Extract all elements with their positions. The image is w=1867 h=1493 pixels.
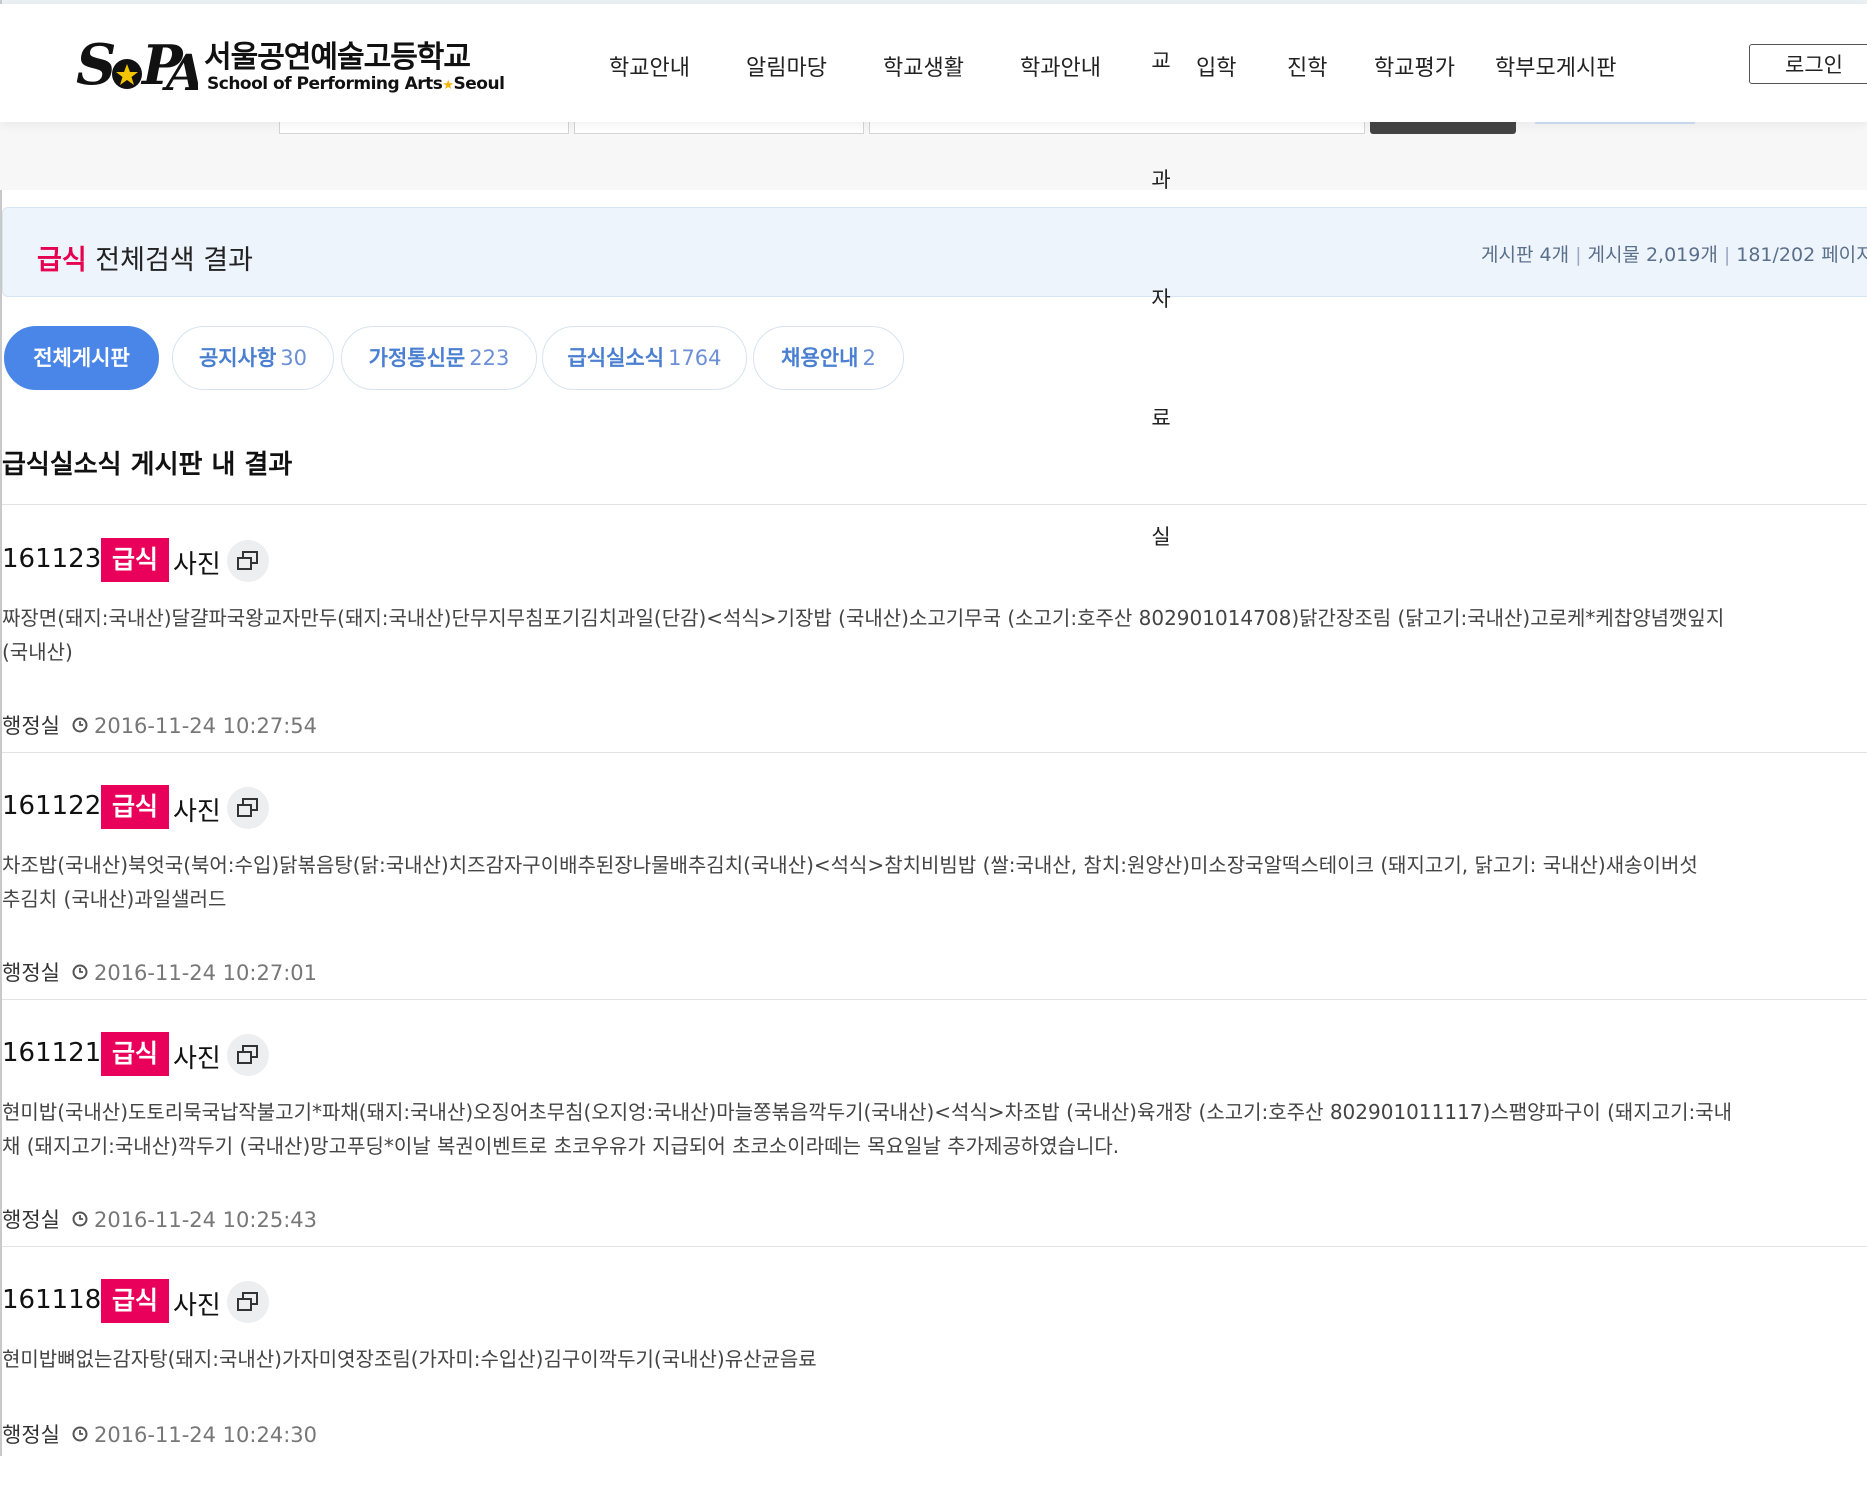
post-author: 행정실 xyxy=(2,961,60,985)
keyword-highlight: 급식 xyxy=(101,1279,169,1323)
tab-label: 전체게시판 xyxy=(33,346,130,370)
open-new-window-icon[interactable] xyxy=(227,1281,269,1323)
nav-vertical-char: 과 xyxy=(1151,168,1171,192)
post-meta: 행정실 2016-11-24 10:25:43 xyxy=(2,1204,317,1234)
clock-icon xyxy=(72,964,88,980)
tab-count: 223 xyxy=(469,346,510,370)
nav-item-notice[interactable]: 알림마당 xyxy=(746,50,827,81)
nav-item-parents-board[interactable]: 학부모게시판 xyxy=(1495,50,1616,81)
nav-item-departments[interactable]: 학과안내 xyxy=(1020,50,1101,81)
summary-keyword: 급식 xyxy=(37,245,87,276)
post-excerpt-line: 추김치 (국내산)과일샐러드 xyxy=(2,887,227,911)
svg-text:S: S xyxy=(76,32,116,98)
post-excerpt-line: 현미밥뼈없는감자탕(돼지:국내산)가자미엿장조림(가자미:수입산)김구이깍두기(… xyxy=(2,1347,817,1371)
open-new-window-icon[interactable] xyxy=(227,1034,269,1076)
summary-title-text: 전체검색 결과 xyxy=(95,245,253,276)
stat-posts: 게시물 2,019개 xyxy=(1587,244,1718,266)
post-date: 2016-11-24 10:24:30 xyxy=(93,1423,318,1447)
list-item[interactable]: 161122 급식 사진 차조밥(국내산)북엇국(북어:수입)닭볶음탕(닭:국내… xyxy=(2,752,1867,1000)
keyword-highlight: 급식 xyxy=(101,1032,169,1076)
post-meta: 행정실 2016-11-24 10:24:30 xyxy=(2,1419,317,1449)
tab-notice[interactable]: 공지사항 30 xyxy=(172,326,334,390)
nav-vertical-char: 료 xyxy=(1151,406,1171,430)
tab-label: 가정통신문 xyxy=(368,346,466,370)
post-excerpt: 현미밥뼈없는감자탕(돼지:국내산)가자미엿장조림(가자미:수입산)김구이깍두기(… xyxy=(2,1342,1867,1376)
svg-text:A: A xyxy=(162,43,198,100)
nav-item-course-materials[interactable]: 교 과 자 료 실 xyxy=(1149,46,1173,641)
stat-boards: 게시판 4개 xyxy=(1481,244,1570,266)
logo-english-name: School of Performing Arts★Seoul xyxy=(207,74,505,94)
list-item[interactable]: 161123 급식 사진 짜장면(돼지:국내산)달걀파국왕교자만두(돼지:국내산… xyxy=(2,505,1867,753)
post-excerpt: 차조밥(국내산)북엇국(북어:수입)닭볶음탕(닭:국내산)치즈감자구이배추된장나… xyxy=(2,848,1867,916)
tab-recruitment[interactable]: 채용안내 2 xyxy=(753,326,904,390)
nav-item-advancement[interactable]: 진학 xyxy=(1287,50,1327,81)
post-meta: 행정실 2016-11-24 10:27:54 xyxy=(2,710,317,740)
nav-item-school-life[interactable]: 학교생활 xyxy=(883,50,964,81)
nav-item-admission[interactable]: 입학 xyxy=(1196,50,1236,81)
post-author: 행정실 xyxy=(2,714,60,738)
tab-label: 공지사항 xyxy=(198,346,277,370)
post-author: 행정실 xyxy=(2,1423,60,1447)
tab-count: 2 xyxy=(862,346,876,370)
login-button[interactable]: 로그인 xyxy=(1749,44,1867,84)
post-excerpt-line: (국내산) xyxy=(2,640,73,664)
logo-korean-name: 서울공연예술고등학교 xyxy=(204,40,471,75)
clock-icon xyxy=(72,717,88,733)
post-excerpt: 현미밥(국내산)도토리묵국납작불고기*파채(돼지:국내산)오징어초무침(오지엉:… xyxy=(2,1095,1867,1163)
clock-icon xyxy=(72,1211,88,1227)
post-title-text: 사진 xyxy=(173,550,221,580)
summary-title: 급식 전체검색 결과 xyxy=(37,238,253,277)
keyword-highlight: 급식 xyxy=(101,538,169,582)
nav-vertical-char: 교 xyxy=(1151,49,1171,73)
post-number: 161122 xyxy=(2,791,102,821)
post-number: 161123 xyxy=(2,544,102,574)
nav-item-evaluation[interactable]: 학교평가 xyxy=(1374,50,1455,81)
tab-label: 채용안내 xyxy=(781,346,859,370)
post-excerpt-line: 현미밥(국내산)도토리묵국납작불고기*파채(돼지:국내산)오징어초무침(오지엉:… xyxy=(2,1100,1733,1124)
school-logo[interactable]: S P A 서울공연예술고등학교 School of Performing Ar… xyxy=(76,26,505,106)
post-title-text: 사진 xyxy=(173,1291,221,1321)
nav-vertical-char: 실 xyxy=(1151,525,1171,549)
tab-count: 1764 xyxy=(668,346,722,370)
post-title-text: 사진 xyxy=(173,797,221,827)
post-excerpt-line: 짜장면(돼지:국내산)달걀파국왕교자만두(돼지:국내산)단무지무침포기김치과일(… xyxy=(2,606,1725,630)
post-meta: 행정실 2016-11-24 10:27:01 xyxy=(2,957,317,987)
open-new-window-icon[interactable] xyxy=(227,540,269,582)
post-number: 161121 xyxy=(2,1038,102,1068)
post-date: 2016-11-24 10:27:01 xyxy=(93,961,318,985)
post-date: 2016-11-24 10:25:43 xyxy=(93,1208,318,1232)
post-number: 161118 xyxy=(2,1285,102,1315)
summary-stats: 게시판 4개 | 게시물 2,019개 | 181/202 페이지 xyxy=(1481,240,1867,267)
list-item[interactable]: 161121 급식 사진 현미밥(국내산)도토리묵국납작불고기*파채(돼지:국내… xyxy=(2,999,1867,1247)
keyword-highlight: 급식 xyxy=(101,785,169,829)
nav-vertical-char: 자 xyxy=(1151,287,1171,311)
nav-item-about[interactable]: 학교안내 xyxy=(609,50,690,81)
sopa-logo-icon: S P A xyxy=(76,32,198,100)
post-excerpt-line: 차조밥(국내산)북엇국(북어:수입)닭볶음탕(닭:국내산)치즈감자구이배추된장나… xyxy=(2,853,1698,877)
post-excerpt: 짜장면(돼지:국내산)달걀파국왕교자만두(돼지:국내산)단무지무침포기김치과일(… xyxy=(2,601,1867,669)
section-title: 급식실소식 게시판 내 결과 xyxy=(2,450,293,480)
tab-newsletter[interactable]: 가정통신문 223 xyxy=(341,326,537,390)
post-excerpt-line: 채 (돼지고기:국내산)깍두기 (국내산)망고푸딩*이날 복권이벤트로 초코우유… xyxy=(2,1134,1120,1158)
post-author: 행정실 xyxy=(2,1208,60,1232)
post-date: 2016-11-24 10:27:54 xyxy=(93,714,318,738)
tab-count: 30 xyxy=(280,346,307,370)
post-title-text: 사진 xyxy=(173,1044,221,1074)
search-summary: 급식 전체검색 결과 게시판 4개 | 게시물 2,019개 | 181/202 페이지 xyxy=(2,207,1867,297)
clock-icon xyxy=(72,1426,88,1442)
tab-all-boards[interactable]: 전체게시판 xyxy=(4,326,159,390)
tab-cafeteria-news[interactable]: 급식실소식 1764 xyxy=(542,326,747,390)
site-header: S P A 서울공연예술고등학교 School of Performing Ar… xyxy=(0,4,1867,122)
open-new-window-icon[interactable] xyxy=(227,787,269,829)
stat-pages: 181/202 페이지 xyxy=(1736,244,1867,266)
tab-label: 급식실소식 xyxy=(567,346,665,370)
star-icon: ★ xyxy=(442,78,454,93)
